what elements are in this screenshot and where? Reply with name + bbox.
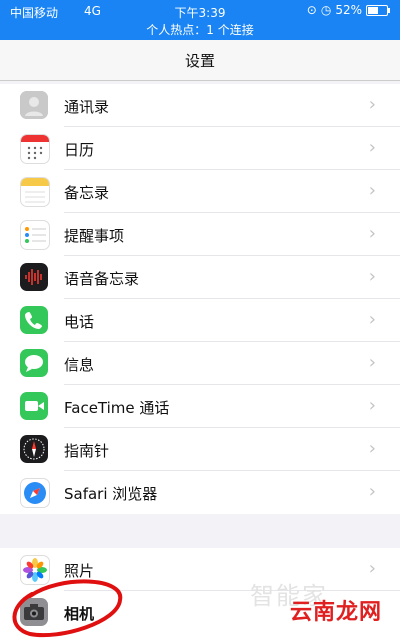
highlight-circle [12, 579, 123, 638]
watermark-text: 云南龙网 [290, 600, 383, 625]
